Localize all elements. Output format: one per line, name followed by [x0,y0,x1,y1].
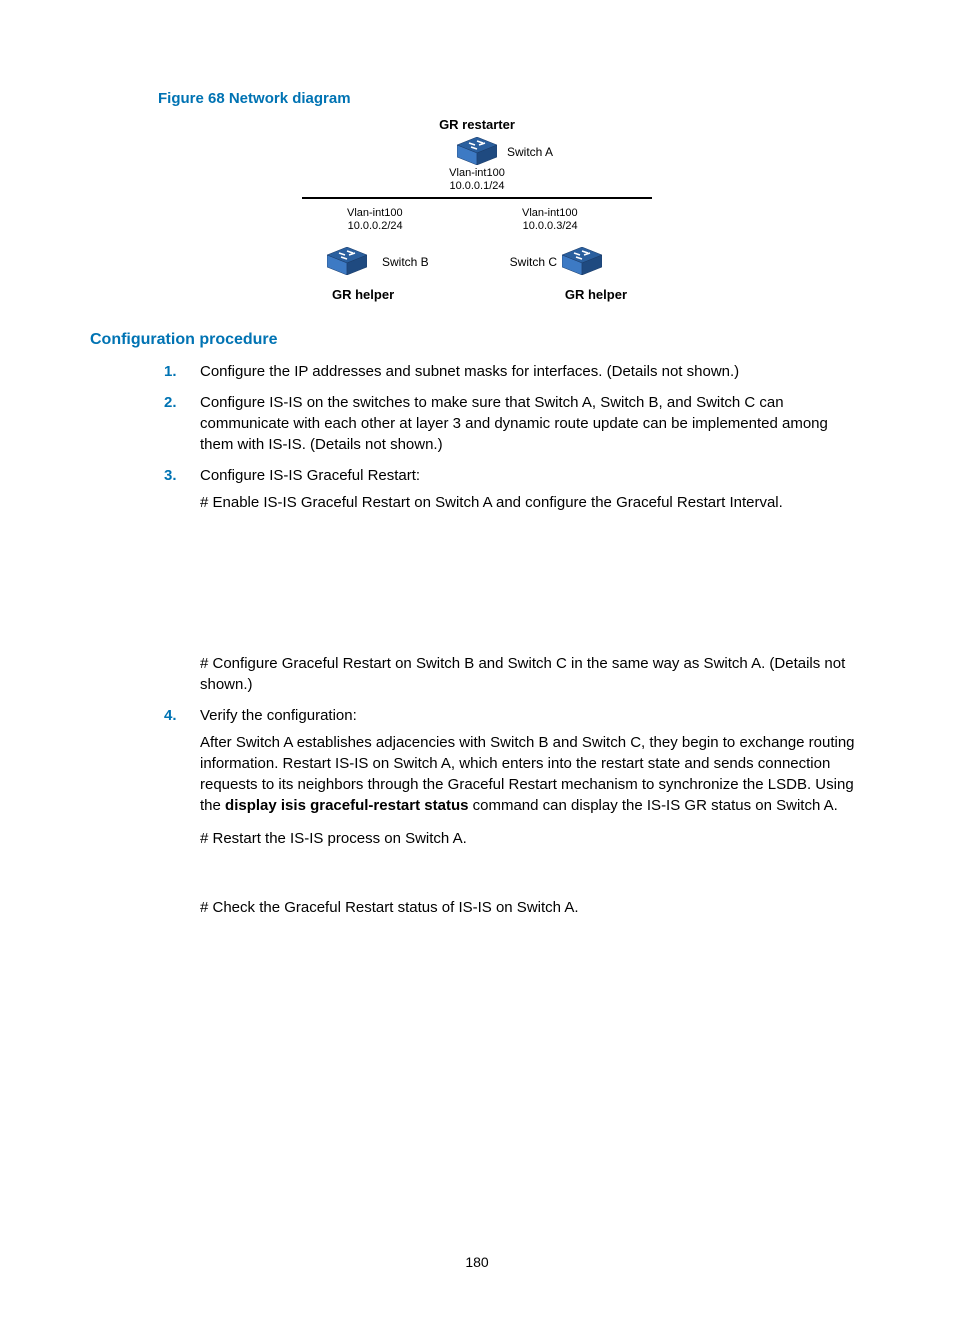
step-2: Configure IS-IS on the switches to make … [200,392,864,455]
figure-title: Figure 68 Network diagram [158,90,864,107]
step-4-sub2: # Restart the IS-IS process on Switch A. [200,828,864,849]
step-4-paragraph: After Switch A establishes adjacencies w… [200,732,864,816]
step-3-sub1: # Enable IS-IS Graceful Restart on Switc… [200,492,864,513]
steps-list: Configure the IP addresses and subnet ma… [90,361,864,918]
switch-a-icon [457,137,497,165]
vlan-b-label: Vlan-int10010.0.0.2/24 [347,207,403,233]
gr-helper-c-label: GR helper [565,287,627,302]
switch-b-label: Switch B [382,255,429,269]
switch-a-label: Switch A [507,145,553,159]
switch-c-icon [562,247,602,275]
gr-helper-b-label: GR helper [332,287,394,302]
step-4: Verify the configuration: After Switch A… [200,705,864,918]
step-4-sub3: # Check the Graceful Restart status of I… [200,897,864,918]
section-heading: Configuration procedure [90,331,864,349]
network-line [302,197,652,199]
command-display-isis: display isis graceful-restart status [225,797,468,814]
vlan-c-label: Vlan-int10010.0.0.3/24 [522,207,578,233]
switch-b-icon [327,247,367,275]
step-1: Configure the IP addresses and subnet ma… [200,361,864,382]
vlan-a-label: Vlan-int10010.0.0.1/24 [449,167,505,193]
page-number: 180 [465,1254,488,1270]
switch-c-label: Switch C [510,255,557,269]
step-3-sub2: # Configure Graceful Restart on Switch B… [200,653,864,695]
network-diagram: GR restarter Switch A Vlan-int10010.0.0.… [317,117,637,307]
gr-restarter-label: GR restarter [439,117,515,132]
step-3: Configure IS-IS Graceful Restart: # Enab… [200,465,864,695]
